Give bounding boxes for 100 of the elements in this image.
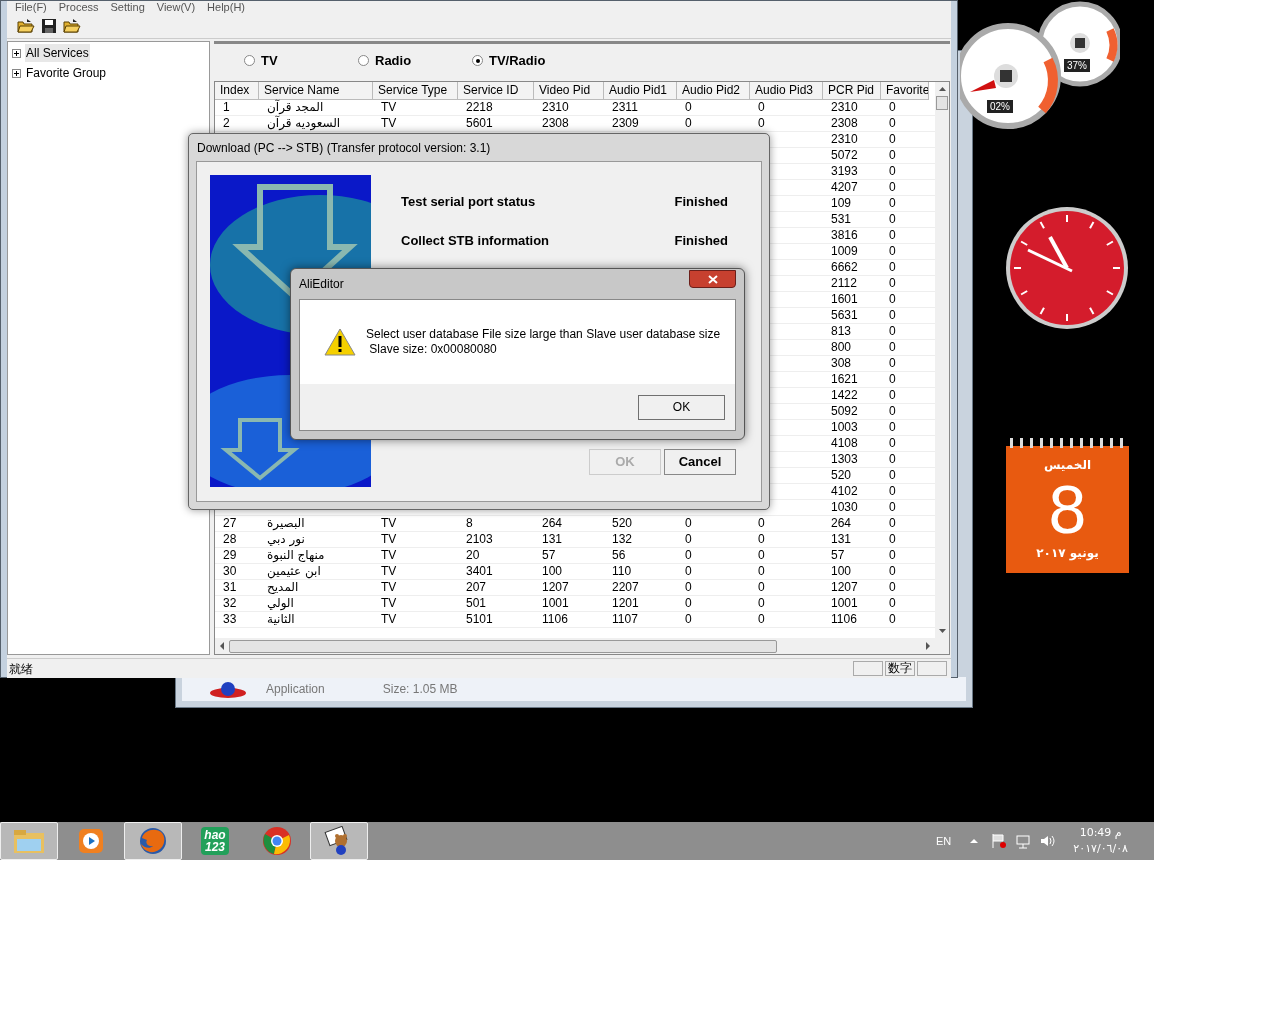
bear-icon bbox=[208, 679, 248, 699]
column-header[interactable]: PCR Pid bbox=[823, 82, 881, 100]
table-cell: نور دبي bbox=[267, 532, 305, 546]
close-icon bbox=[707, 274, 718, 284]
table-cell: 110 bbox=[612, 564, 632, 578]
column-header[interactable]: Index bbox=[215, 82, 259, 100]
table-cell: السعوديه قرآن bbox=[267, 116, 341, 130]
table-cell: 0 bbox=[889, 116, 896, 130]
table-cell: 2207 bbox=[612, 580, 639, 594]
open-folder-icon[interactable] bbox=[17, 17, 35, 34]
radio-option[interactable]: Radio bbox=[358, 50, 472, 71]
horizontal-scrollbar[interactable] bbox=[215, 638, 949, 654]
menu-item[interactable]: Help(H) bbox=[207, 1, 245, 13]
scroll-thumb[interactable] bbox=[229, 639, 777, 653]
menu-item[interactable]: File(F) bbox=[15, 1, 47, 13]
table-cell: 0 bbox=[685, 612, 692, 626]
column-header[interactable]: Service ID bbox=[458, 82, 534, 100]
table-cell: 0 bbox=[889, 404, 896, 418]
time-text: 10:49 م bbox=[1079, 825, 1122, 841]
table-cell: 1003 bbox=[831, 420, 858, 434]
memory-reading: 37% bbox=[1064, 59, 1090, 72]
taskbar-button[interactable] bbox=[310, 822, 368, 860]
table-cell: 6662 bbox=[831, 260, 858, 274]
radio-option[interactable]: TV/Radio bbox=[472, 50, 586, 71]
table-cell: 0 bbox=[758, 516, 765, 530]
step-label: Test serial port status bbox=[401, 193, 536, 211]
table-cell: 1009 bbox=[831, 244, 858, 258]
table-cell: 1207 bbox=[542, 580, 569, 594]
table-cell: 33 bbox=[223, 612, 237, 626]
flag-icon[interactable] bbox=[991, 833, 1008, 849]
table-cell: 2310 bbox=[542, 100, 569, 114]
ok-button[interactable]: OK bbox=[638, 394, 725, 420]
network-icon[interactable] bbox=[1015, 833, 1032, 849]
table-cell: 0 bbox=[685, 564, 692, 578]
table-cell: 4207 bbox=[831, 180, 858, 194]
expand-toggle[interactable] bbox=[12, 48, 21, 58]
radio-option[interactable]: TV bbox=[244, 50, 358, 71]
table-cell: 1621 bbox=[831, 372, 858, 386]
table-cell: 2112 bbox=[831, 276, 857, 290]
table-cell: 0 bbox=[889, 516, 896, 530]
column-header[interactable]: Audio Pid2 bbox=[677, 82, 750, 100]
table-cell: 3193 bbox=[831, 164, 858, 178]
chrome-icon bbox=[262, 826, 292, 856]
show-hidden-icon[interactable] bbox=[969, 837, 980, 845]
step-status: Finished bbox=[674, 231, 728, 250]
table-cell: 2 bbox=[223, 116, 230, 130]
table-cell: 0 bbox=[889, 292, 896, 306]
table-cell: 20 bbox=[466, 548, 480, 562]
open-folder-icon[interactable] bbox=[63, 17, 81, 34]
vertical-scrollbar[interactable] bbox=[935, 82, 949, 638]
column-header[interactable]: Favorite bbox=[881, 82, 929, 100]
table-cell: 1106 bbox=[542, 612, 568, 626]
table-cell: TV bbox=[381, 116, 397, 130]
table-cell: 0 bbox=[685, 100, 692, 114]
table-cell: 2103 bbox=[466, 532, 493, 546]
table-cell: 0 bbox=[889, 372, 896, 386]
table-cell: 132 bbox=[612, 532, 633, 546]
table-cell: 1001 bbox=[542, 596, 569, 610]
table-cell: 0 bbox=[889, 180, 896, 194]
table-cell: 1106 bbox=[831, 612, 857, 626]
table-cell: 2308 bbox=[542, 116, 569, 130]
menu-item[interactable]: View(V) bbox=[156, 1, 196, 13]
column-header[interactable]: Audio Pid3 bbox=[750, 82, 823, 100]
table-cell: 1207 bbox=[831, 580, 858, 594]
table-cell: 0 bbox=[889, 308, 896, 322]
table-cell: 3816 bbox=[831, 228, 858, 242]
table-cell: 131 bbox=[831, 532, 852, 546]
table-cell: 0 bbox=[889, 148, 896, 162]
table-cell: 56 bbox=[612, 548, 626, 562]
column-header[interactable]: Video Pid bbox=[534, 82, 604, 100]
column-header[interactable]: Service Type bbox=[373, 82, 458, 100]
table-cell: 8 bbox=[466, 516, 473, 530]
column-header[interactable]: Audio Pid1 bbox=[604, 82, 677, 100]
speaker-icon[interactable] bbox=[1039, 833, 1056, 849]
menu-item[interactable]: Process bbox=[58, 1, 99, 13]
table-cell: 0 bbox=[889, 196, 896, 210]
scroll-thumb[interactable] bbox=[936, 96, 948, 110]
table-cell: TV bbox=[381, 580, 397, 594]
table-cell: 1201 bbox=[612, 596, 639, 610]
table-cell: 3401 bbox=[466, 564, 493, 578]
table-cell: المديح bbox=[267, 580, 299, 594]
table-cell: 1303 bbox=[831, 452, 858, 466]
table-cell: 0 bbox=[889, 324, 896, 338]
table-cell: الثانية bbox=[267, 612, 295, 626]
table-cell: 207 bbox=[466, 580, 487, 594]
taskbar-button[interactable] bbox=[124, 822, 182, 860]
dialog-button[interactable]: Cancel bbox=[664, 449, 736, 475]
status-indicator: 数字 bbox=[885, 661, 915, 676]
tree-item[interactable]: Favorite Group bbox=[25, 64, 108, 82]
table-cell: 100 bbox=[542, 564, 563, 578]
table-cell: 0 bbox=[889, 532, 896, 546]
table-cell: 0 bbox=[889, 420, 896, 434]
close-button[interactable] bbox=[689, 270, 736, 288]
table-cell: 531 bbox=[831, 212, 852, 226]
expand-toggle[interactable] bbox=[12, 68, 21, 78]
table-cell: 0 bbox=[685, 580, 692, 594]
menu-item[interactable]: Setting bbox=[110, 1, 145, 13]
column-header[interactable]: Service Name bbox=[259, 82, 373, 100]
tree-item[interactable]: All Services bbox=[25, 44, 90, 62]
table-cell: 0 bbox=[889, 356, 896, 370]
